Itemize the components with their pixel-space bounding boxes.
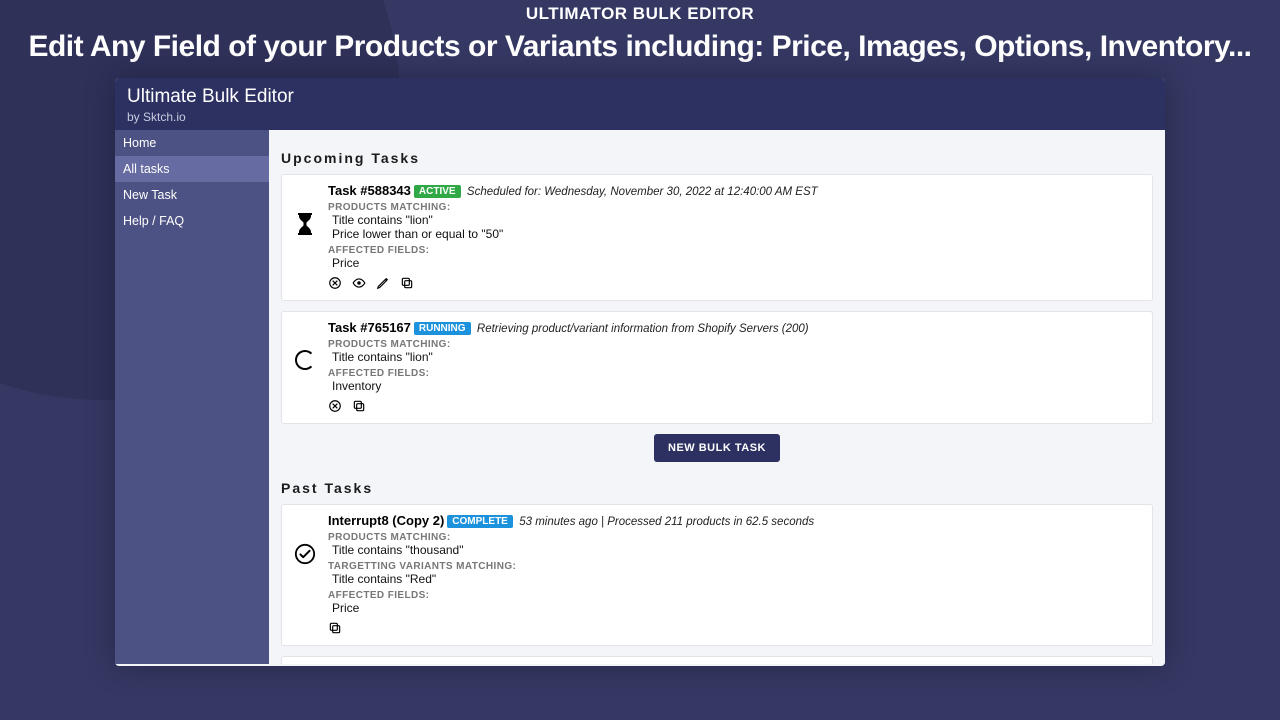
copy-icon[interactable] xyxy=(328,621,342,635)
hourglass-icon xyxy=(292,183,318,235)
task-card: Task #451847COMPLETE about 19 hours ago … xyxy=(281,656,1153,664)
app-title: Ultimate Bulk Editor xyxy=(127,86,1153,108)
sidebar-item-home[interactable]: Home xyxy=(115,130,269,156)
task-status-text: 53 minutes ago | Processed 211 products … xyxy=(519,516,814,528)
content-area: Upcoming Tasks Task #588343ACTIVE Schedu… xyxy=(269,130,1165,664)
task-card: Task #588343ACTIVE Scheduled for: Wednes… xyxy=(281,174,1153,301)
task-id: Task #765167 xyxy=(328,320,411,335)
affected-fields-label: AFFECTED FIELDS: xyxy=(328,368,1142,379)
view-icon[interactable] xyxy=(352,276,366,290)
sidebar: HomeAll tasksNew TaskHelp / FAQ xyxy=(115,130,269,664)
matching-rule: Title contains "lion" xyxy=(328,350,1142,364)
edit-icon[interactable] xyxy=(376,276,390,290)
affected-field: Price xyxy=(328,256,1142,270)
cancel-icon[interactable] xyxy=(328,399,342,413)
sidebar-item-new-task[interactable]: New Task xyxy=(115,182,269,208)
products-matching-label: PRODUCTS MATCHING: xyxy=(328,339,1142,350)
sidebar-item-all-tasks[interactable]: All tasks xyxy=(115,156,269,182)
status-badge: RUNNING xyxy=(414,322,471,335)
matching-rule: Price lower than or equal to "50" xyxy=(328,227,1142,241)
sidebar-item-help-faq[interactable]: Help / FAQ xyxy=(115,208,269,234)
app-subtitle: by Sktch.io xyxy=(127,110,1153,124)
task-status-text: Scheduled for: Wednesday, November 30, 2… xyxy=(467,186,818,198)
copy-icon[interactable] xyxy=(400,276,414,290)
task-card: Interrupt8 (Copy 2)COMPLETE 53 minutes a… xyxy=(281,504,1153,646)
app-window: Ultimate Bulk Editor by Sktch.io HomeAll… xyxy=(115,78,1165,666)
new-bulk-task-button[interactable]: NEW BULK TASK xyxy=(654,434,780,462)
affected-fields-label: AFFECTED FIELDS: xyxy=(328,245,1142,256)
copy-icon[interactable] xyxy=(352,399,366,413)
section-past-title: Past Tasks xyxy=(281,480,1153,496)
status-badge: ACTIVE xyxy=(414,185,461,198)
matching-rule: Title contains "thousand" xyxy=(328,543,1142,557)
products-matching-label: PRODUCTS MATCHING: xyxy=(328,202,1142,213)
hero-title-big: Edit Any Field of your Products or Varia… xyxy=(0,30,1280,64)
cancel-icon[interactable] xyxy=(328,276,342,290)
affected-field: Price xyxy=(328,601,1142,615)
task-status-text: Retrieving product/variant information f… xyxy=(477,323,809,335)
variants-matching-label: TARGETTING VARIANTS MATCHING: xyxy=(328,561,1142,572)
app-header: Ultimate Bulk Editor by Sktch.io xyxy=(115,78,1165,130)
section-upcoming-title: Upcoming Tasks xyxy=(281,150,1153,166)
products-matching-label: PRODUCTS MATCHING: xyxy=(328,532,1142,543)
task-id: Interrupt8 (Copy 2) xyxy=(328,513,444,528)
status-badge: COMPLETE xyxy=(447,515,513,528)
task-id: Task #588343 xyxy=(328,183,411,198)
task-card: Task #765167RUNNING Retrieving product/v… xyxy=(281,311,1153,424)
check-icon xyxy=(292,513,318,565)
spinner-icon xyxy=(292,320,318,370)
hero-title-small: ULTIMATOR BULK EDITOR xyxy=(0,4,1280,24)
affected-field: Inventory xyxy=(328,379,1142,393)
matching-rule: Title contains "lion" xyxy=(328,213,1142,227)
variant-rule: Title contains "Red" xyxy=(328,572,1142,586)
affected-fields-label: AFFECTED FIELDS: xyxy=(328,590,1142,601)
